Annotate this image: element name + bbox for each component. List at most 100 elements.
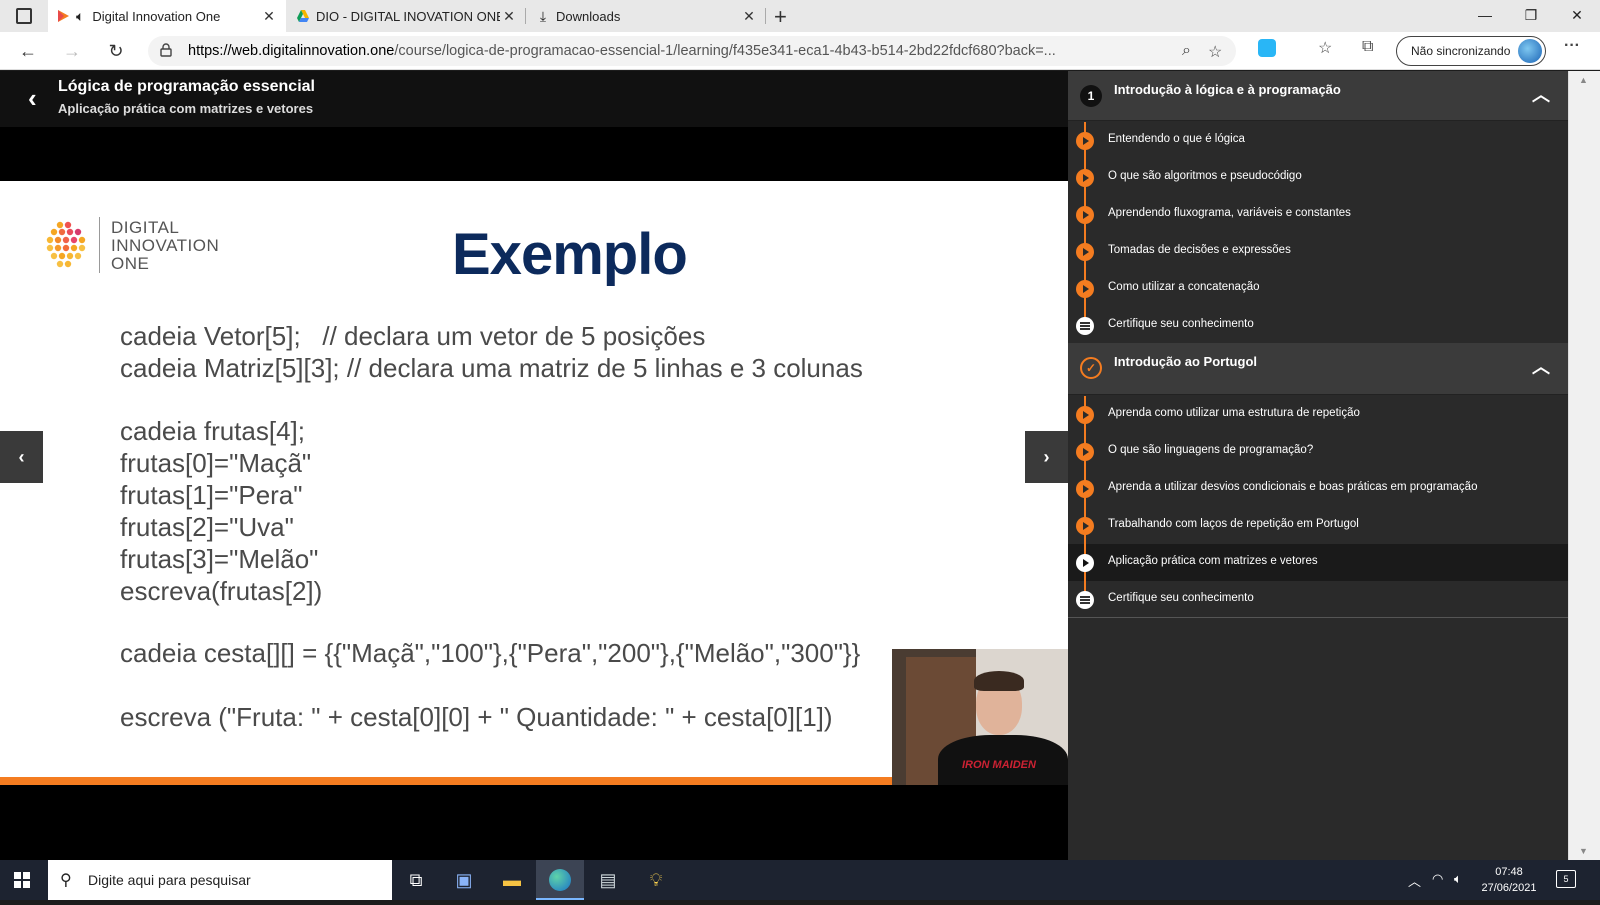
play-icon [1076, 243, 1094, 261]
play-icon [1076, 517, 1094, 535]
play-icon [1076, 206, 1094, 224]
forward-button[interactable]: → [58, 38, 86, 64]
close-tab-icon[interactable]: ✕ [500, 8, 518, 25]
module-header-1[interactable]: 1 Introdução à lógica e à programação ︿ [1068, 71, 1568, 121]
back-chevron-icon[interactable]: ‹ [28, 85, 50, 111]
lesson-label: Trabalhando com laços de repetição em Po… [1108, 518, 1359, 530]
lesson-item[interactable]: Certifique seu conhecimento [1068, 581, 1568, 618]
play-icon [1076, 169, 1094, 187]
module-title: Introdução ao Portugol [1114, 354, 1257, 369]
new-tab-button[interactable]: + [774, 4, 787, 30]
lesson-item[interactable]: O que são algoritmos e pseudocódigo [1068, 159, 1568, 196]
lesson-item[interactable]: Aprenda como utilizar uma estrutura de r… [1068, 396, 1568, 433]
previous-lesson-button[interactable]: ‹ [0, 431, 43, 483]
module-number-badge: 1 [1080, 85, 1102, 107]
task-view-icon[interactable]: ⧉ [392, 860, 440, 900]
lightbulb-icon[interactable]: 💡︎ [632, 860, 680, 900]
tab-downloads[interactable]: ⤓ Downloads ✕ [528, 0, 766, 32]
close-tab-icon[interactable]: ✕ [740, 8, 758, 25]
profile-sync-button[interactable]: Não sincronizando [1396, 36, 1546, 66]
url-text[interactable]: https://web.digitalinnovation.one/course… [188, 43, 1056, 59]
clock-date: 27/06/2021 [1481, 882, 1537, 894]
lesson-item[interactable]: Como utilizar a concatenação [1068, 270, 1568, 307]
next-lesson-button[interactable]: › [1025, 431, 1068, 483]
lesson-item[interactable]: Aprenda a utilizar desvios condicionais … [1068, 470, 1568, 507]
sync-label: Não sincronizando [1411, 44, 1511, 58]
windows-taskbar: ⚲ Digite aqui para pesquisar ⧉ ▣ ▬ ▤ 💡︎ … [0, 860, 1600, 900]
address-bar[interactable]: https://web.digitalinnovation.one/course… [148, 36, 1236, 66]
page-scrollbar[interactable]: ▲ ▼ [1568, 71, 1600, 860]
shirt-text: IRON MAIDEN [962, 759, 1036, 771]
window-menu-icon[interactable] [16, 8, 32, 24]
extension-icon[interactable] [1258, 39, 1276, 57]
code-line: cadeia Matriz[5][3]; // declara uma matr… [120, 353, 863, 383]
file-explorer-icon[interactable]: ▬ [488, 860, 536, 900]
taskbar-search-box[interactable]: ⚲ Digite aqui para pesquisar [48, 860, 392, 900]
search-placeholder: Digite aqui para pesquisar [88, 872, 251, 888]
notification-center-icon[interactable]: 5 [1556, 870, 1576, 888]
add-favorite-icon[interactable]: ☆ [1208, 42, 1222, 62]
close-window-button[interactable]: ✕ [1554, 0, 1600, 32]
speaker-icon[interactable]: 🔈︎ [76, 8, 84, 25]
monitor-app-icon[interactable]: ▤ [584, 860, 632, 900]
chevron-up-icon[interactable]: ︿ [1408, 871, 1421, 890]
webcam-overlay: IRON MAIDEN [892, 649, 1068, 785]
tab-digital-innovation-one[interactable]: 🔈︎ Digital Innovation One ✕ [48, 0, 286, 32]
remote-desktop-icon[interactable]: ▣ [440, 860, 488, 900]
lesson-item[interactable]: Aplicação prática com matrizes e vetores [1068, 544, 1568, 581]
lesson-label: Aprenda como utilizar uma estrutura de r… [1108, 407, 1360, 419]
notification-count: 5 [1563, 874, 1569, 884]
scroll-up-arrow[interactable]: ▲ [1579, 75, 1588, 85]
zoom-icon[interactable]: ⌕ [1182, 42, 1191, 60]
quiz-list-icon [1076, 317, 1094, 335]
code-line: frutas[0]="Maçã" [120, 448, 312, 478]
lesson-label: Aprendendo fluxograma, variáveis e const… [1108, 207, 1351, 219]
taskbar-clock[interactable]: 07:48 27/06/2021 [1474, 864, 1544, 896]
lesson-item[interactable]: Entendendo o que é lógica [1068, 122, 1568, 159]
play-icon [1076, 480, 1094, 498]
dio-logo-mark [46, 221, 86, 268]
lesson-item[interactable]: Trabalhando com laços de repetição em Po… [1068, 507, 1568, 544]
windows-start-icon[interactable] [14, 872, 30, 888]
collections-icon[interactable]: ⧉ [1362, 38, 1373, 56]
lock-icon[interactable] [160, 43, 172, 57]
refresh-button[interactable]: ↻ [102, 38, 130, 64]
more-menu-icon[interactable]: ··· [1564, 37, 1580, 55]
lesson-item[interactable]: O que são linguagens de programação? [1068, 433, 1568, 470]
play-icon [1076, 406, 1094, 424]
lesson-label: Aplicação prática com matrizes e vetores [1108, 555, 1318, 567]
wifi-icon[interactable]: ◠ [1432, 871, 1443, 887]
close-tab-icon[interactable]: ✕ [260, 8, 278, 25]
code-line: frutas[3]="Melão" [120, 544, 319, 574]
lesson-item[interactable]: Certifique seu conhecimento [1068, 307, 1568, 344]
code-line: frutas[2]="Uva" [120, 512, 294, 542]
code-line: escreva(frutas[2]) [120, 576, 323, 606]
course-title: Lógica de programação essencial [58, 78, 315, 95]
lesson-label: Aprenda a utilizar desvios condicionais … [1108, 481, 1478, 493]
module-header-2[interactable]: ✓ Introdução ao Portugol ︿ [1068, 343, 1568, 395]
search-icon: ⚲ [60, 872, 72, 889]
play-icon [1076, 443, 1094, 461]
course-header: ‹ Lógica de programação essencial Aplica… [0, 71, 1068, 127]
favorites-icon[interactable]: ☆ [1318, 38, 1332, 58]
restore-button[interactable]: ❐ [1508, 0, 1554, 32]
back-button[interactable]: ← [14, 38, 42, 64]
lesson-subtitle: Aplicação prática com matrizes e vetores [58, 101, 314, 116]
lesson-label: O que são algoritmos e pseudocódigo [1108, 170, 1302, 182]
lesson-item[interactable]: Aprendendo fluxograma, variáveis e const… [1068, 196, 1568, 233]
clock-time: 07:48 [1495, 866, 1523, 878]
edge-browser-icon[interactable] [536, 860, 584, 900]
video-player[interactable]: DIGITAL INNOVATION ONE Exemplo cadeia Ve… [0, 181, 1068, 785]
minimize-button[interactable]: — [1462, 0, 1508, 32]
avatar [1518, 39, 1542, 63]
quiz-list-icon [1076, 591, 1094, 609]
page-content: ‹ Lógica de programação essencial Aplica… [0, 71, 1568, 860]
lesson-item[interactable]: Tomadas de decisões e expressões [1068, 233, 1568, 270]
tab-dio[interactable]: DIO - DIGITAL INOVATION ONE ✕ [288, 0, 526, 32]
chevron-up-icon[interactable]: ︿ [1532, 81, 1550, 107]
volume-icon[interactable]: 🔈︎ [1454, 871, 1462, 887]
scroll-down-arrow[interactable]: ▼ [1579, 846, 1588, 856]
download-icon: ⤓ [539, 8, 547, 24]
chevron-up-icon[interactable]: ︿ [1532, 353, 1550, 379]
slide-title: Exemplo [452, 222, 688, 287]
